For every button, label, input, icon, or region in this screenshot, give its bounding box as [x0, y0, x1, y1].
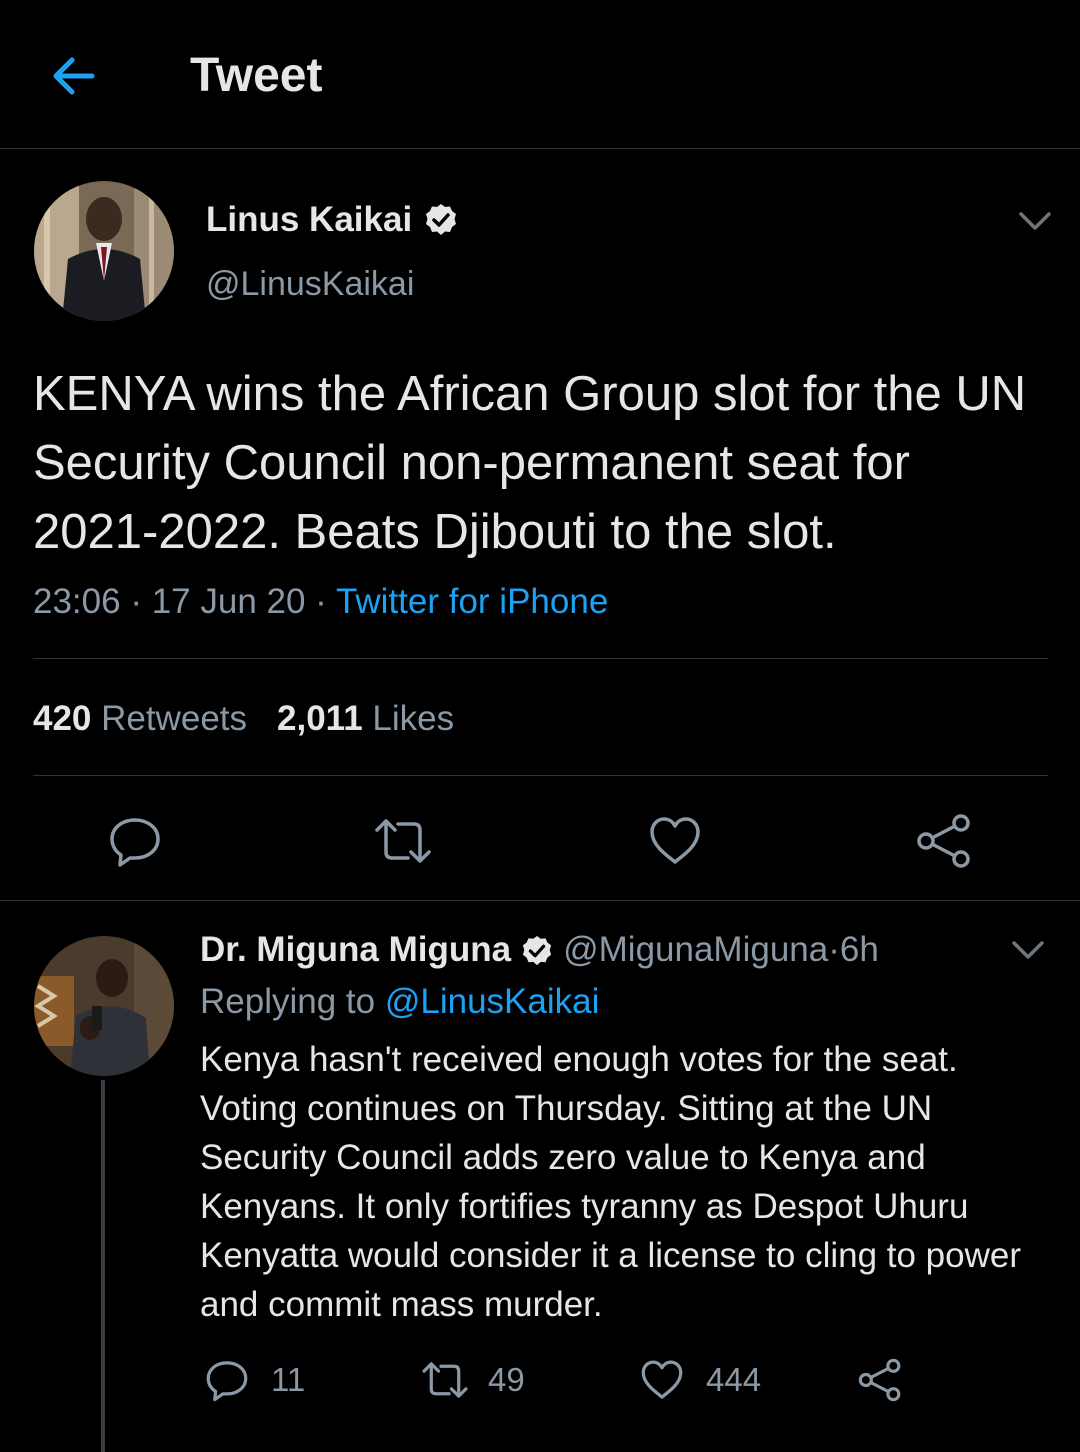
- more-options-button[interactable]: [1017, 209, 1053, 233]
- page-title: Tweet: [190, 49, 323, 102]
- author-name[interactable]: Linus Kaikai: [206, 198, 458, 242]
- replying-to-label: Replying to: [200, 982, 385, 1021]
- like-icon: [650, 817, 700, 864]
- reply-header: Dr. Miguna Miguna @MigunaMiguna · 6h: [200, 928, 879, 972]
- tweet-text: KENYA wins the African Group slot for th…: [33, 367, 1027, 559]
- reply-text: Kenya hasn't received enough votes for t…: [200, 1040, 1022, 1324]
- retweet-icon: [375, 819, 431, 863]
- verified-badge-icon: [521, 934, 553, 966]
- meta-separator: ·: [305, 582, 336, 621]
- verified-badge-icon: [424, 203, 458, 237]
- reply-author-handle[interactable]: @MigunaMiguna: [563, 928, 828, 972]
- share-icon: [858, 1358, 901, 1402]
- divider: [33, 775, 1048, 776]
- retweet-count: 49: [488, 1361, 525, 1398]
- replying-to-handle[interactable]: @LinusKaikai: [385, 982, 600, 1021]
- tweet-meta: 23:06 · 17 Jun 20 · Twitter for iPhone: [33, 580, 608, 624]
- author-handle[interactable]: @LinusKaikai: [206, 262, 414, 306]
- tweet-source-link[interactable]: Twitter for iPhone: [336, 582, 608, 621]
- author-name-text: Linus Kaikai: [206, 200, 413, 239]
- reply-like-button[interactable]: 444: [640, 1358, 761, 1402]
- top-bar: Tweet: [0, 0, 1080, 149]
- reply-icon: [110, 818, 160, 867]
- like-count: 444: [706, 1361, 762, 1398]
- meta-separator: ·: [120, 582, 152, 621]
- meta-separator: ·: [828, 930, 840, 969]
- reply-time: 6h: [839, 930, 879, 969]
- reply-author-avatar[interactable]: [34, 936, 174, 1076]
- share-icon: [917, 814, 970, 868]
- chevron-down-icon: [1019, 212, 1051, 230]
- reply-icon: [206, 1361, 248, 1402]
- retweets-stat[interactable]: 420 Retweets: [33, 699, 247, 738]
- tweet-time: 23:06: [33, 582, 121, 621]
- divider: [33, 658, 1048, 659]
- retweet-icon: [422, 1362, 468, 1398]
- thread-line: [101, 1080, 105, 1452]
- share-button[interactable]: [916, 814, 972, 868]
- reply-share-button[interactable]: [858, 1358, 902, 1402]
- reply-button[interactable]: [108, 814, 162, 868]
- reply-reply-button[interactable]: 11: [205, 1358, 305, 1402]
- replying-to: Replying to @LinusKaikai: [200, 980, 599, 1024]
- like-button[interactable]: [648, 814, 702, 868]
- chevron-down-icon: [1012, 941, 1044, 959]
- reply-more-options-button[interactable]: [1010, 938, 1046, 962]
- section-divider: [0, 900, 1080, 901]
- reply-count: 11: [271, 1361, 306, 1398]
- tweet-date: 17 Jun 20: [151, 582, 306, 621]
- tweet-detail-screen: Tweet Linus Kaikai @LinusKaikai KENYA wi…: [0, 0, 1080, 1452]
- likes-stat[interactable]: 2,011 Likes: [277, 699, 454, 738]
- author-avatar[interactable]: [34, 181, 174, 321]
- retweet-button[interactable]: [372, 814, 434, 868]
- back-button[interactable]: [46, 48, 102, 104]
- arrow-left-icon: [53, 57, 95, 95]
- like-icon: [641, 1360, 683, 1399]
- reply-author-name[interactable]: Dr. Miguna Miguna: [200, 928, 511, 972]
- tweet-stats: 420 Retweets 2,011 Likes: [33, 697, 484, 741]
- reply-retweet-button[interactable]: 49: [420, 1358, 525, 1402]
